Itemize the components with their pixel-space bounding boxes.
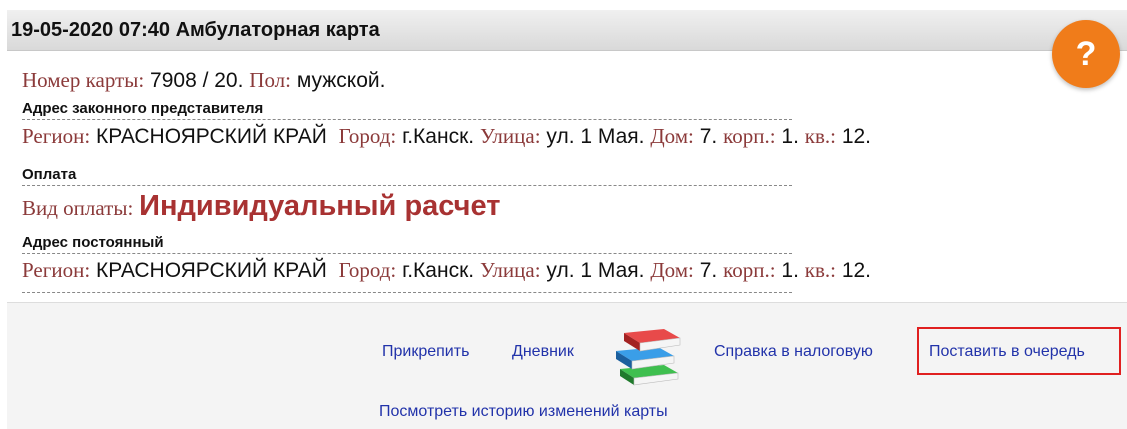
payment-type-label: Вид оплаты:: [22, 196, 134, 220]
city-label: Город:: [338, 258, 397, 282]
help-button[interactable]: ?: [1052, 20, 1120, 88]
street-value: ул. 1 Мая.: [546, 259, 645, 282]
card-number-label: Номер карты:: [22, 68, 145, 92]
tax-certificate-link[interactable]: Справка в налоговую: [714, 343, 873, 361]
queue-link[interactable]: Поставить в очередь: [929, 343, 1085, 361]
building-value: 1.: [781, 125, 799, 148]
apt-value: 12.: [841, 125, 872, 148]
building-label: корп.:: [723, 258, 776, 282]
page-title: 19-05-2020 07:40 Амбулаторная карта: [11, 19, 380, 41]
payment-row: Вид оплаты: Индивидуальный расчет: [22, 190, 500, 223]
actions-footer: Прикрепить Дневник Справка в налоговую П…: [7, 302, 1127, 429]
card-header: 19-05-2020 07:40 Амбулаторная карта: [7, 10, 1127, 51]
diary-link[interactable]: Дневник: [512, 343, 574, 361]
city-label: Город:: [338, 124, 397, 148]
card-panel: 19-05-2020 07:40 Амбулаторная карта ? Но…: [7, 10, 1127, 429]
building-value: 1.: [781, 259, 799, 282]
sex-label: Пол:: [249, 68, 291, 92]
apt-value: 12.: [841, 259, 872, 282]
books-icon[interactable]: [612, 321, 684, 389]
section-divider: [22, 292, 792, 293]
house-value: 7.: [699, 125, 718, 148]
apt-label: кв.:: [804, 258, 836, 282]
street-label: Улица:: [479, 124, 541, 148]
city-value: г.Канск.: [402, 125, 475, 148]
building-label: корп.:: [723, 124, 776, 148]
section-payment: Оплата: [22, 166, 792, 186]
card-number-value: 7908 / 20.: [150, 69, 244, 92]
house-label: Дом:: [650, 124, 694, 148]
street-value: ул. 1 Мая.: [546, 125, 645, 148]
attach-link[interactable]: Прикрепить: [382, 343, 469, 361]
legal-address-row: Регион: КРАСНОЯРСКИЙ КРАЙ Город: г.Канск…: [22, 124, 871, 149]
region-value: КРАСНОЯРСКИЙ КРАЙ: [96, 259, 327, 282]
section-legal-address: Адрес законного представителя: [22, 100, 792, 120]
house-label: Дом:: [650, 258, 694, 282]
city-value: г.Канск.: [402, 259, 475, 282]
sex-value: мужской.: [296, 69, 386, 92]
house-value: 7.: [699, 259, 718, 282]
history-link[interactable]: Посмотреть историю изменений карты: [379, 403, 668, 421]
street-label: Улица:: [479, 258, 541, 282]
permanent-address-row: Регион: КРАСНОЯРСКИЙ КРАЙ Город: г.Канск…: [22, 258, 871, 283]
region-label: Регион:: [22, 258, 91, 282]
card-info-row: Номер карты: 7908 / 20. Пол: мужской.: [22, 68, 385, 93]
apt-label: кв.:: [804, 124, 836, 148]
region-label: Регион:: [22, 124, 91, 148]
payment-type-value: Индивидуальный расчет: [139, 190, 501, 222]
region-value: КРАСНОЯРСКИЙ КРАЙ: [96, 125, 327, 148]
section-permanent-address: Адрес постоянный: [22, 234, 792, 254]
